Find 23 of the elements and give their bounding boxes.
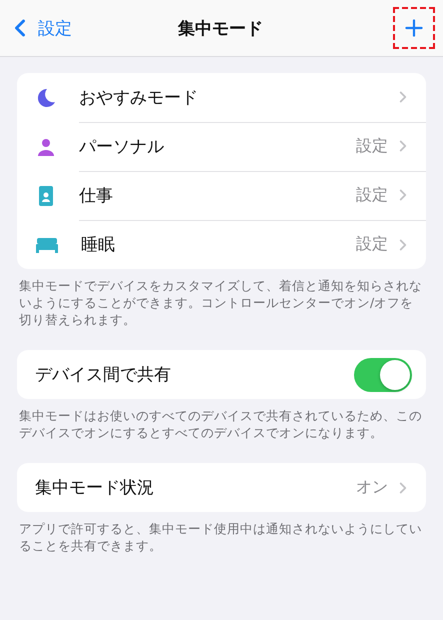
focus-mode-item[interactable]: パーソナル 設定 bbox=[79, 122, 426, 172]
status-label: 集中モード状況 bbox=[35, 477, 155, 499]
toggle-knob bbox=[380, 360, 410, 390]
focus-mode-label: おやすみモード bbox=[79, 86, 199, 108]
share-label: デバイス間で共有 bbox=[35, 364, 172, 386]
status-card[interactable]: 集中モード状況 オン bbox=[17, 463, 426, 512]
footnote-text: アプリで許可すると、集中モード使用中は通知されないようにしていることを共有できます。 bbox=[19, 520, 422, 554]
moon-icon bbox=[35, 86, 57, 108]
setup-label: 設定 bbox=[356, 184, 388, 206]
share-toggle[interactable] bbox=[354, 358, 412, 392]
page-title: 集中モード bbox=[178, 18, 263, 40]
setup-label: 設定 bbox=[356, 234, 388, 255]
footnote-text: 集中モードでデバイスをカスタマイズして、着信と通知を知らされないようにすることができます。コントロールセンターでオン/オフを切り替えられます。 bbox=[19, 277, 422, 328]
setup-label: 設定 bbox=[356, 136, 388, 156]
focus-mode-label: 仕事 bbox=[79, 184, 114, 206]
back-button[interactable]: 設定 bbox=[6, 14, 72, 42]
footnote-text: 集中モードはお使いのすべてのデバイスで共有されているため、このデバイスでオンにするとすべてのデバイスでオンになります。 bbox=[19, 407, 422, 441]
status-value: オン bbox=[356, 477, 388, 498]
focus-mode-item[interactable]: 仕事 設定 bbox=[79, 170, 426, 220]
focus-mode-item[interactable]: 睡眠 設定 bbox=[81, 220, 426, 269]
focus-mode-item[interactable]: おやすみモード bbox=[79, 73, 426, 122]
focus-mode-label: 睡眠 bbox=[81, 234, 116, 256]
focus-mode-label: パーソナル bbox=[79, 136, 165, 158]
